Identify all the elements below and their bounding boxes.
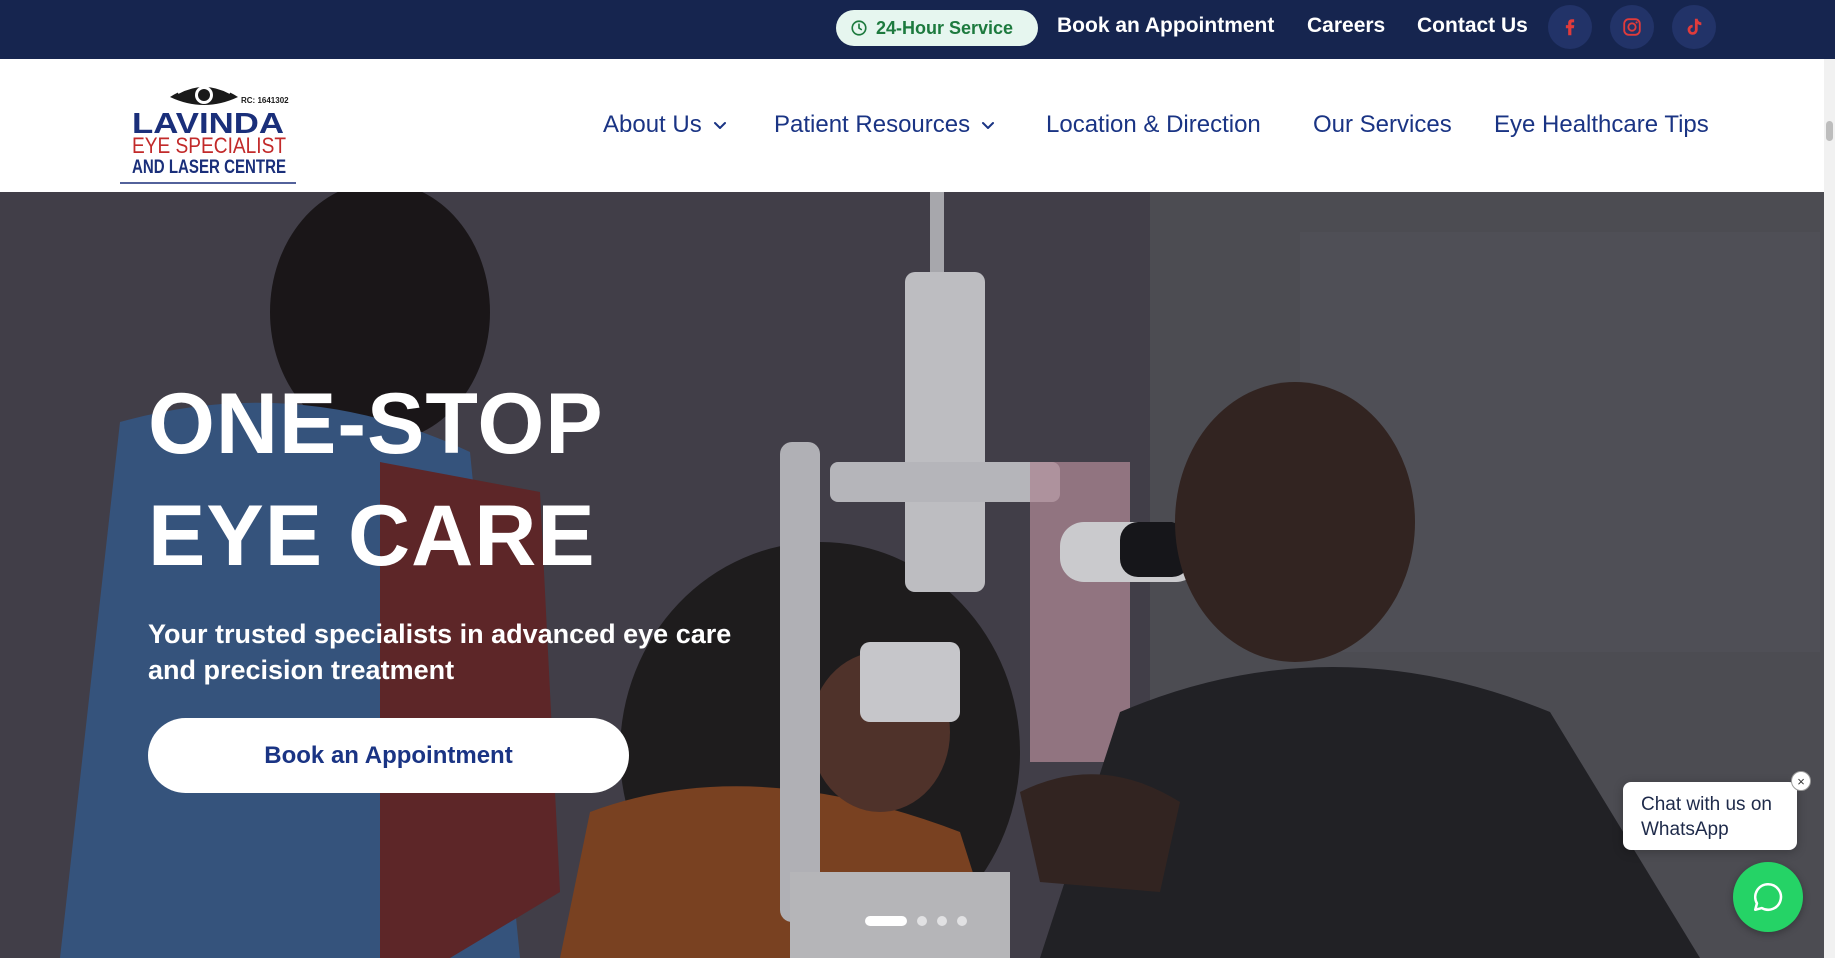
- slider-pagination: [865, 916, 967, 926]
- scrollbar-thumb[interactable]: [1826, 121, 1833, 141]
- nav-eye-healthcare-tips-label: Eye Healthcare Tips: [1494, 111, 1709, 138]
- chevron-down-icon: [982, 122, 995, 129]
- nav-our-services-label: Our Services: [1313, 111, 1452, 138]
- top-link-book-appointment[interactable]: Book an Appointment: [1057, 14, 1274, 38]
- tiktok-icon: [1687, 18, 1702, 35]
- nav-location-direction[interactable]: Location & Direction: [1046, 111, 1261, 139]
- svg-text:RC: 1641302: RC: 1641302: [241, 96, 289, 105]
- facebook-button[interactable]: [1548, 5, 1592, 49]
- slider-dot-1[interactable]: [865, 916, 907, 926]
- tiktok-button[interactable]: [1672, 5, 1716, 49]
- hero-subtitle: Your trusted specialists in advanced eye…: [148, 619, 732, 685]
- whatsapp-button[interactable]: [1733, 862, 1803, 932]
- top-bar: 24-Hour Service Book an Appointment Care…: [0, 0, 1835, 59]
- whatsapp-chat-bubble[interactable]: Chat with us on WhatsApp: [1623, 782, 1797, 850]
- site-header: RC: 1641302 LAVINDA EYE SPECIALIST AND L…: [0, 59, 1835, 192]
- chat-bubble-icon: [1753, 882, 1783, 912]
- clock-icon: [851, 20, 867, 36]
- chevron-down-icon: [713, 122, 726, 129]
- page-scrollbar[interactable]: [1824, 59, 1835, 958]
- nav-about-us[interactable]: About Us: [603, 111, 728, 139]
- nav-about-us-label: About Us: [603, 111, 702, 138]
- instagram-icon: [1623, 18, 1641, 36]
- nav-our-services[interactable]: Our Services: [1313, 111, 1452, 139]
- svg-text:AND LASER CENTRE: AND LASER CENTRE: [132, 157, 286, 178]
- hero-book-appointment-button[interactable]: Book an Appointment: [148, 718, 629, 793]
- service-badge: 24-Hour Service: [836, 10, 1038, 46]
- nav-location-direction-label: Location & Direction: [1046, 111, 1261, 138]
- slider-dot-3[interactable]: [937, 916, 947, 926]
- slider-dot-4[interactable]: [957, 916, 967, 926]
- top-link-contact-us[interactable]: Contact Us: [1417, 14, 1528, 38]
- hero-banner: ONE-STOP EYE CARE Your trusted specialis…: [0, 192, 1835, 958]
- hero-title-line-2: EYE CARE: [148, 488, 596, 584]
- instagram-button[interactable]: [1610, 5, 1654, 49]
- slider-dot-2[interactable]: [917, 916, 927, 926]
- nav-eye-healthcare-tips[interactable]: Eye Healthcare Tips: [1494, 111, 1709, 139]
- hero-title: ONE-STOP EYE CARE: [148, 368, 604, 592]
- nav-patient-resources[interactable]: Patient Resources: [774, 111, 996, 139]
- svg-text:EYE SPECIALIST: EYE SPECIALIST: [132, 133, 286, 158]
- service-badge-label: 24-Hour Service: [876, 17, 1014, 38]
- facebook-icon: [1565, 19, 1575, 36]
- hero-title-line-1: ONE-STOP: [148, 376, 604, 472]
- nav-patient-resources-label: Patient Resources: [774, 111, 971, 138]
- whatsapp-bubble-close-button[interactable]: ×: [1791, 771, 1811, 791]
- top-link-careers[interactable]: Careers: [1307, 14, 1385, 38]
- site-logo[interactable]: RC: 1641302 LAVINDA EYE SPECIALIST AND L…: [118, 71, 298, 185]
